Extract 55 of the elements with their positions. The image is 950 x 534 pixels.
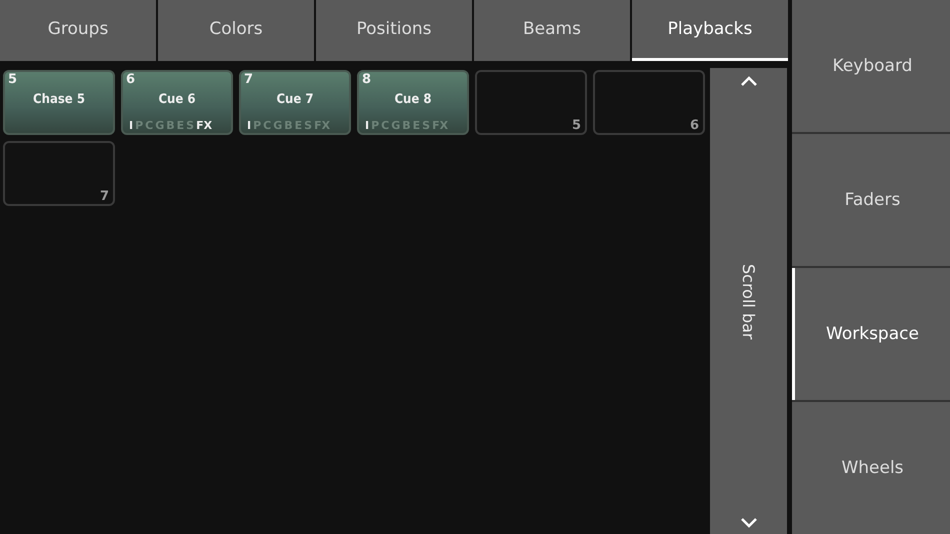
flag-letter: B: [284, 119, 293, 132]
playback-name: Chase 5: [32, 92, 86, 107]
flag-letter: FX: [196, 119, 212, 132]
flag-letter: I: [365, 119, 370, 132]
chevron-up-icon[interactable]: [740, 76, 758, 87]
side-button[interactable]: Workspace: [792, 268, 950, 400]
flag-letter: E: [412, 119, 420, 132]
side-button[interactable]: Faders: [792, 134, 950, 266]
flag-letter: C: [263, 119, 272, 132]
playback-button[interactable]: 8 Cue 8 I P C G B E S FX: [357, 70, 469, 135]
side-button[interactable]: Wheels: [792, 402, 950, 534]
scroll-bar[interactable]: Scroll bar: [710, 68, 787, 534]
tab[interactable]: Playbacks: [632, 0, 788, 61]
playback-name: Cue 7: [275, 92, 315, 107]
playback-button[interactable]: 6 Cue 6 I P C G B E S FX: [121, 70, 233, 135]
playback-button[interactable]: 7 Cue 7 I P C G B E S FX: [239, 70, 351, 135]
tab[interactable]: Groups: [0, 0, 156, 61]
flag-letter: I: [247, 119, 252, 132]
flag-letter: G: [273, 119, 282, 132]
flag-letter: E: [176, 119, 184, 132]
slot-number: 7: [100, 189, 109, 204]
flag-letter: P: [371, 119, 380, 132]
slot-number: 5: [572, 118, 581, 133]
playback-number: 7: [244, 72, 254, 87]
chevron-down-icon[interactable]: [740, 516, 758, 528]
flag-letter: E: [294, 119, 302, 132]
slot-number: 6: [690, 118, 699, 133]
flag-letter: S: [186, 119, 194, 132]
flag-letter: G: [155, 119, 164, 132]
tab[interactable]: Colors: [158, 0, 314, 61]
flag-letter: I: [129, 119, 134, 132]
empty-playback-slot[interactable]: 5: [475, 70, 587, 135]
playback-button[interactable]: 5 Chase 5: [3, 70, 115, 135]
playback-number: 8: [362, 72, 372, 87]
playback-number: 6: [126, 72, 136, 87]
flag-letter: C: [145, 119, 154, 132]
flag-letter: FX: [432, 119, 448, 132]
flag-letter: P: [135, 119, 144, 132]
flag-letter: G: [391, 119, 400, 132]
flag-letter: S: [304, 119, 312, 132]
scroll-bar-label: Scroll bar: [739, 264, 758, 340]
empty-playback-slot[interactable]: 6: [593, 70, 705, 135]
tab[interactable]: Positions: [316, 0, 472, 61]
flag-letter: P: [253, 119, 262, 132]
flag-letter: C: [381, 119, 390, 132]
playback-number: 5: [8, 72, 18, 87]
flag-letter: FX: [314, 119, 330, 132]
flag-letter: B: [166, 119, 175, 132]
side-button[interactable]: Keyboard: [792, 0, 950, 132]
flag-letter: S: [422, 119, 430, 132]
playback-name: Cue 6: [157, 92, 197, 107]
flag-letter: B: [402, 119, 411, 132]
empty-playback-slot[interactable]: 7: [3, 141, 115, 206]
playback-name: Cue 8: [393, 92, 433, 107]
tab[interactable]: Beams: [474, 0, 630, 61]
